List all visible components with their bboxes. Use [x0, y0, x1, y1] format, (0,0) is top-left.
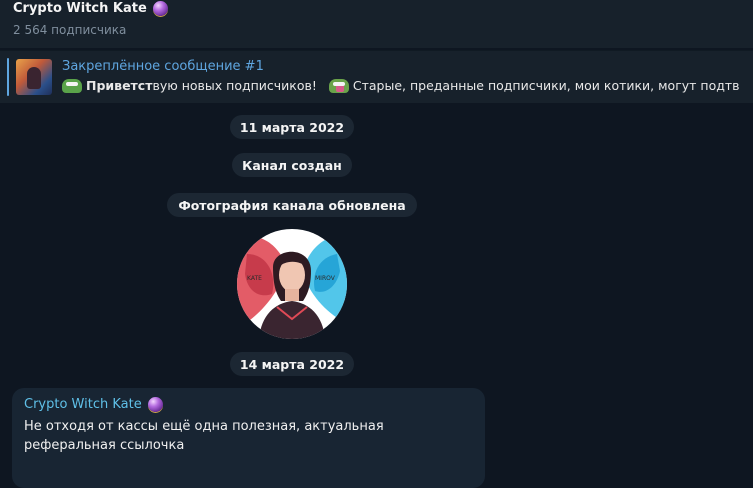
- pinned-preview[interactable]: Приветствую новых подписчиков! Старые, п…: [62, 78, 740, 93]
- channel-title-row[interactable]: Crypto Witch Kate: [13, 1, 168, 16]
- channel-name[interactable]: Crypto Witch Kate: [13, 1, 147, 16]
- pinned-bold-text: Приветст: [86, 78, 153, 93]
- pinned-message-bar[interactable]: Закреплённое сообщение #1 Приветствую но…: [0, 50, 753, 103]
- message-author-row[interactable]: Crypto Witch Kate: [24, 397, 163, 412]
- photo-text-left: KATE: [247, 275, 262, 282]
- date-separator: 11 марта 2022: [230, 115, 354, 139]
- channel-photo[interactable]: KATE MIROV: [237, 229, 347, 339]
- photo-text-right: MIROV: [315, 275, 336, 282]
- pepe-gift-icon: [328, 78, 349, 93]
- channel-header[interactable]: Crypto Witch Kate 2 564 подписчика: [0, 0, 753, 48]
- subscriber-count: 2 564 подписчика: [13, 23, 127, 37]
- crystal-ball-icon: [152, 1, 168, 16]
- pinned-text-1: вую новых подписчиков!: [152, 78, 317, 93]
- crystal-ball-icon: [147, 397, 163, 412]
- channel-photo-illustration: KATE MIROV: [237, 234, 347, 339]
- pinned-title[interactable]: Закреплённое сообщение #1: [62, 59, 264, 74]
- pepe-icon: [62, 78, 82, 93]
- date-separator: 14 марта 2022: [230, 352, 354, 376]
- service-message-channel-created: Канал создан: [232, 153, 352, 177]
- message-author[interactable]: Crypto Witch Kate: [24, 397, 142, 412]
- pinned-text-2: Старые, преданные подписчики, мои котики…: [352, 78, 740, 93]
- pinned-thumbnail[interactable]: [16, 59, 52, 95]
- message-text: Не отходя от кассы ещё одна полезная, ак…: [24, 419, 384, 453]
- service-message-photo-updated: Фотография канала обновлена: [167, 193, 417, 217]
- pinned-indicator: [7, 58, 9, 96]
